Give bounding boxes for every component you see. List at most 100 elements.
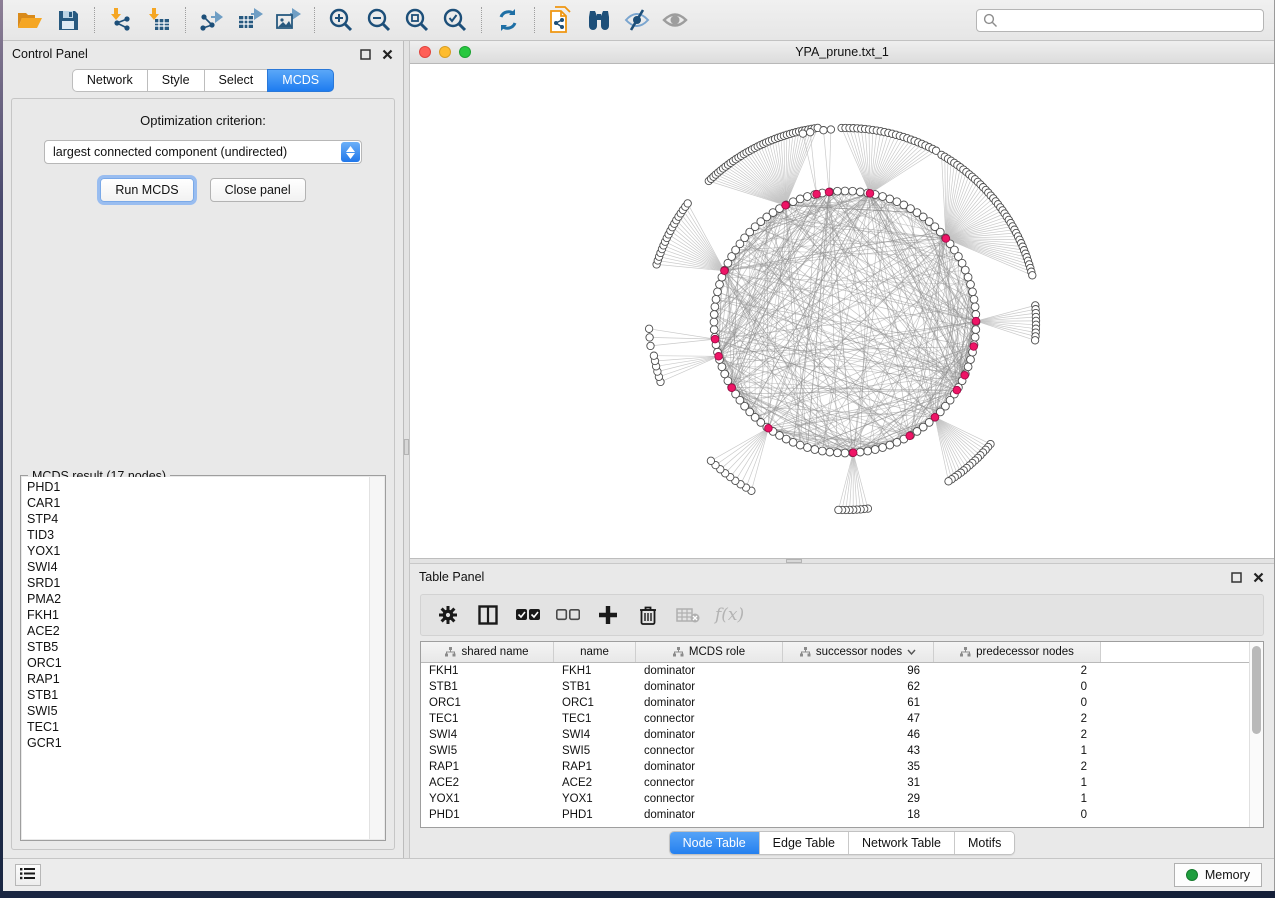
mcds-result-item[interactable]: STP4 xyxy=(27,511,369,527)
table-row[interactable]: FKH1FKH1dominator962 xyxy=(421,663,1249,679)
table-cell[interactable]: dominator xyxy=(636,809,783,821)
table-cell[interactable]: ORC1 xyxy=(554,697,636,709)
column-header-mcds-role[interactable]: MCDS role xyxy=(636,642,783,662)
clone-network-button[interactable] xyxy=(544,4,578,36)
tab-style[interactable]: Style xyxy=(147,69,204,92)
tab-mcds[interactable]: MCDS xyxy=(267,69,334,92)
mcds-result-item[interactable]: FKH1 xyxy=(27,607,369,623)
table-cell[interactable]: 29 xyxy=(783,793,934,805)
float-panel-icon[interactable] xyxy=(358,47,372,61)
delete-table-button[interactable] xyxy=(675,599,701,631)
table-cell[interactable]: connector xyxy=(636,713,783,725)
mcds-result-item[interactable]: STB1 xyxy=(27,687,369,703)
save-session-button[interactable] xyxy=(51,4,85,36)
table-row[interactable]: TEC1TEC1connector472 xyxy=(421,711,1249,727)
mcds-result-item[interactable]: RAP1 xyxy=(27,671,369,687)
close-panel-icon[interactable] xyxy=(380,47,394,61)
mcds-list-scrollbar[interactable] xyxy=(369,477,384,839)
table-cell[interactable]: SWI5 xyxy=(554,745,636,757)
table-cell[interactable]: dominator xyxy=(636,761,783,773)
table-cell[interactable]: 96 xyxy=(783,665,934,677)
mcds-result-item[interactable]: SRD1 xyxy=(27,575,369,591)
column-header-shared-name[interactable]: shared name xyxy=(421,642,554,662)
column-header-predecessor-nodes[interactable]: predecessor nodes xyxy=(934,642,1101,662)
table-cell[interactable]: STB1 xyxy=(554,681,636,693)
table-row[interactable]: YOX1YOX1connector291 xyxy=(421,791,1249,807)
tab-edge-table[interactable]: Edge Table xyxy=(760,832,849,854)
table-row[interactable]: ORC1ORC1dominator610 xyxy=(421,695,1249,711)
network-canvas[interactable] xyxy=(410,64,1274,558)
table-cell[interactable]: RAP1 xyxy=(421,761,554,773)
float-panel-icon[interactable] xyxy=(1229,570,1243,584)
table-cell[interactable]: 1 xyxy=(934,777,1101,789)
export-image-button[interactable] xyxy=(271,4,305,36)
table-cell[interactable]: ORC1 xyxy=(421,697,554,709)
criterion-select[interactable]: largest connected component (undirected) xyxy=(44,140,362,164)
zoom-selected-button[interactable] xyxy=(438,4,472,36)
mcds-result-item[interactable]: PMA2 xyxy=(27,591,369,607)
table-cell[interactable]: 62 xyxy=(783,681,934,693)
tab-motifs[interactable]: Motifs xyxy=(955,832,1014,854)
table-cell[interactable]: connector xyxy=(636,745,783,757)
search-input[interactable] xyxy=(976,9,1264,32)
column-header-successor-nodes[interactable]: successor nodes xyxy=(783,642,934,662)
run-mcds-button[interactable]: Run MCDS xyxy=(100,178,193,202)
table-cell[interactable]: 46 xyxy=(783,729,934,741)
table-cell[interactable]: dominator xyxy=(636,697,783,709)
table-cell[interactable]: TEC1 xyxy=(421,713,554,725)
table-cell[interactable]: 2 xyxy=(934,729,1101,741)
table-cell[interactable]: FKH1 xyxy=(421,665,554,677)
mcds-result-item[interactable]: GCR1 xyxy=(27,735,369,751)
table-cell[interactable]: connector xyxy=(636,777,783,789)
select-all-button[interactable] xyxy=(515,599,541,631)
function-builder-icon[interactable]: f(x) xyxy=(715,605,744,625)
mcds-result-item[interactable]: SWI4 xyxy=(27,559,369,575)
table-cell[interactable]: STB1 xyxy=(421,681,554,693)
mcds-result-item[interactable]: PHD1 xyxy=(27,479,369,495)
table-cell[interactable]: 2 xyxy=(934,761,1101,773)
table-row[interactable]: ACE2ACE2connector311 xyxy=(421,775,1249,791)
tab-select[interactable]: Select xyxy=(204,69,268,92)
table-cell[interactable]: YOX1 xyxy=(421,793,554,805)
eye-disabled-button[interactable] xyxy=(658,4,692,36)
table-cell[interactable]: 0 xyxy=(934,697,1101,709)
tab-network-table[interactable]: Network Table xyxy=(849,832,955,854)
task-history-button[interactable] xyxy=(15,864,41,886)
show-columns-button[interactable] xyxy=(475,599,501,631)
mcds-result-list[interactable]: PHD1CAR1STP4TID3YOX1SWI4SRD1PMA2FKH1ACE2… xyxy=(22,477,369,839)
mcds-result-item[interactable]: ACE2 xyxy=(27,623,369,639)
table-settings-button[interactable] xyxy=(435,599,461,631)
table-cell[interactable]: 18 xyxy=(783,809,934,821)
open-file-button[interactable] xyxy=(13,4,47,36)
show-hide-button[interactable] xyxy=(620,4,654,36)
table-cell[interactable]: YOX1 xyxy=(554,793,636,805)
close-panel-button[interactable]: Close panel xyxy=(210,178,306,202)
zoom-out-button[interactable] xyxy=(362,4,396,36)
tab-node-table[interactable]: Node Table xyxy=(670,832,760,854)
table-cell[interactable]: 1 xyxy=(934,793,1101,805)
mcds-result-item[interactable]: TID3 xyxy=(27,527,369,543)
table-cell[interactable]: dominator xyxy=(636,729,783,741)
refresh-button[interactable] xyxy=(491,4,525,36)
table-cell[interactable]: 0 xyxy=(934,809,1101,821)
column-header-name[interactable]: name xyxy=(554,642,636,662)
table-row[interactable]: SWI4SWI4dominator462 xyxy=(421,727,1249,743)
table-row[interactable]: SWI5SWI5connector431 xyxy=(421,743,1249,759)
table-cell[interactable]: connector xyxy=(636,793,783,805)
table-cell[interactable]: PHD1 xyxy=(421,809,554,821)
table-cell[interactable]: 2 xyxy=(934,665,1101,677)
table-cell[interactable]: 47 xyxy=(783,713,934,725)
horizontal-splitter[interactable] xyxy=(410,558,1274,564)
mcds-result-item[interactable]: STB5 xyxy=(27,639,369,655)
table-cell[interactable]: TEC1 xyxy=(554,713,636,725)
delete-column-button[interactable] xyxy=(635,599,661,631)
close-panel-icon[interactable] xyxy=(1251,570,1265,584)
table-scrollbar-thumb[interactable] xyxy=(1252,646,1261,734)
mcds-result-item[interactable]: YOX1 xyxy=(27,543,369,559)
table-cell[interactable]: 0 xyxy=(934,681,1101,693)
search-network-button[interactable] xyxy=(582,4,616,36)
table-cell[interactable]: dominator xyxy=(636,665,783,677)
table-row[interactable]: STB1STB1dominator620 xyxy=(421,679,1249,695)
table-cell[interactable]: SWI4 xyxy=(421,729,554,741)
table-row[interactable]: PHD1PHD1dominator180 xyxy=(421,807,1249,823)
